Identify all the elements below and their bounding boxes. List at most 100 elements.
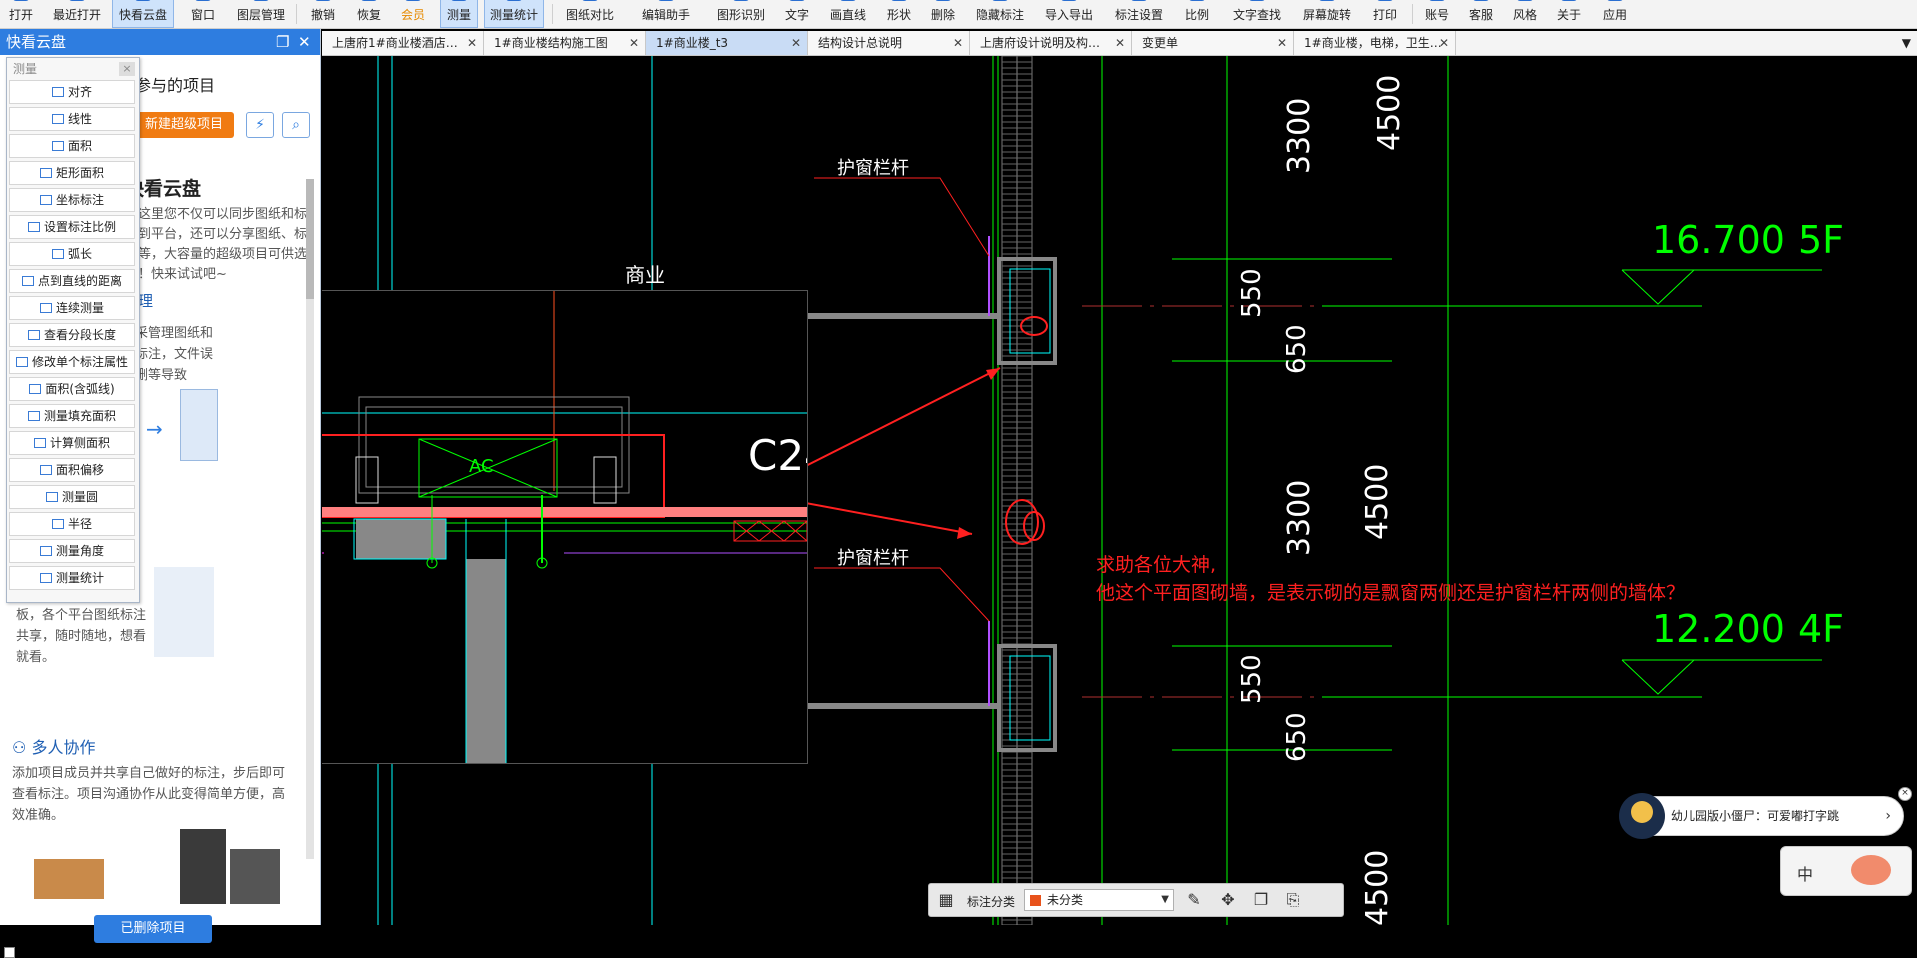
toolbar-button-14[interactable]: 文字 [780, 0, 814, 28]
toolbar-button-24[interactable]: 打印 [1368, 0, 1402, 28]
document-tab[interactable]: 1#商业楼_t3 ✕ [646, 31, 808, 55]
toolbar-button-21[interactable]: 比例 [1180, 0, 1214, 28]
measure-menu-item[interactable]: 对齐 [9, 80, 135, 104]
measure-menu-item[interactable]: 面积(含弧线) [9, 377, 135, 401]
document-tab[interactable]: 变更单 ✕ [1132, 31, 1294, 55]
inset-drawing [322, 291, 807, 763]
category-select[interactable]: 未分类 ▼ [1024, 889, 1174, 911]
paste-icon[interactable]: ⎘ [1284, 891, 1302, 909]
toolbar-button-6[interactable]: 撤销 [306, 0, 340, 28]
toolbar-button-11[interactable]: 图纸对比 [560, 0, 620, 28]
measure-menu-item[interactable]: 测量填充面积 [9, 404, 135, 428]
toolbar-button-3[interactable]: 快看云盘 [112, 0, 174, 28]
measure-menu-item[interactable]: 弧长 [9, 242, 135, 266]
measure-menu-item[interactable]: 测量统计 [9, 566, 135, 590]
tab-close-icon[interactable]: ✕ [791, 31, 801, 55]
toolbar-button-18[interactable]: 隐藏标注 [972, 0, 1028, 28]
tabs-overflow-icon[interactable]: ▼ [1902, 31, 1911, 55]
edit-icon[interactable]: ✎ [1185, 891, 1203, 909]
new-super-project-button[interactable]: 新建超级项目 [134, 112, 234, 138]
hide-icon [992, 0, 1008, 1]
measure-menu-label: 面积偏移 [55, 463, 104, 477]
toolbar-button-2[interactable]: 最近打开 [48, 0, 106, 28]
notification-toast[interactable]: 幼儿园版小僵尸：可爱嘟打字跳 › [1619, 793, 1904, 839]
tab-close-icon[interactable]: ✕ [1277, 31, 1287, 55]
print-icon [1377, 0, 1393, 1]
toolbar-label: 打开 [8, 8, 33, 22]
move-icon[interactable]: ✥ [1219, 891, 1237, 909]
collab-illustration [30, 829, 290, 904]
document-tab[interactable]: 上唐府设计说明及构… ✕ [970, 31, 1132, 55]
toolbar-button-16[interactable]: 形状 [882, 0, 916, 28]
compare-icon [582, 0, 598, 1]
remember-checkbox[interactable] [4, 947, 15, 958]
toolbar-button-7[interactable]: 恢复 [352, 0, 386, 28]
document-tab[interactable]: 结构设计总说明 ✕ [808, 31, 970, 55]
measure-menu-item[interactable]: 测量圆 [9, 485, 135, 509]
scrollbar-thumb[interactable] [306, 179, 314, 299]
measure-tool-icon [39, 465, 52, 475]
ime-widget[interactable]: 中 [1780, 846, 1912, 896]
measure-menu-item[interactable]: 半径 [9, 512, 135, 536]
toolbar-button-29[interactable]: 应用 [1598, 0, 1632, 28]
toolbar-button-5[interactable]: 图层管理 [232, 0, 290, 28]
dim-550-lower: 550 [1237, 654, 1267, 704]
search-icon[interactable]: ⌕ [282, 112, 310, 138]
document-tab[interactable]: 上唐府1#商业楼酒店… ✕ [322, 31, 484, 55]
toolbar-button-23[interactable]: 屏幕旋转 [1298, 0, 1356, 28]
toolbar-label: 形状 [886, 8, 911, 22]
measure-menu-item[interactable]: 连续测量 [9, 296, 135, 320]
tab-close-icon[interactable]: ✕ [1439, 31, 1449, 55]
toolbar-button-10[interactable]: 测量统计 [484, 0, 544, 28]
toolbar-button-27[interactable]: 风格 [1508, 0, 1542, 28]
toolbar-button-8[interactable]: 会员 [396, 0, 430, 28]
measure-menu-item[interactable]: 设置标注比例 [9, 215, 135, 239]
toolbar-button-22[interactable]: 文字查找 [1228, 0, 1286, 28]
vip-icon [405, 0, 421, 1]
toolbar-button-9[interactable]: 测量 [440, 0, 478, 28]
measure-menu-item[interactable]: 测量角度 [9, 539, 135, 563]
dim-4500-upper: 4500 [1372, 74, 1407, 151]
measure-menu-item[interactable]: 面积偏移 [9, 458, 135, 482]
grid-icon[interactable]: ▦ [937, 891, 955, 909]
copy-icon[interactable]: ❐ [1252, 891, 1270, 909]
measure-menu-item[interactable]: 点到直线的距离 [9, 269, 135, 293]
deleted-projects-button[interactable]: 已删除项目 [94, 915, 212, 943]
sync-icon[interactable]: ⚡ [246, 112, 274, 138]
measure-menu-item[interactable]: 修改单个标注属性 [9, 350, 135, 374]
measure-menu-item[interactable]: 矩形面积 [9, 161, 135, 185]
account-icon [1429, 0, 1445, 1]
toolbar-label: 测量统计 [489, 8, 538, 22]
restore-icon[interactable]: ❐ [276, 29, 289, 55]
notification-close-button[interactable]: × [1898, 787, 1912, 801]
toolbar-button-12[interactable]: 编辑助手 [636, 0, 696, 28]
tab-close-icon[interactable]: ✕ [1115, 31, 1125, 55]
toolbar-button-20[interactable]: 标注设置 [1110, 0, 1168, 28]
measure-menu-item[interactable]: 线性 [9, 107, 135, 131]
tab-close-icon[interactable]: ✕ [467, 31, 477, 55]
toolbar-button-19[interactable]: 导入导出 [1040, 0, 1098, 28]
menu-close-button[interactable]: × [119, 62, 135, 76]
toolbar-button-13[interactable]: 图形识别 [712, 0, 770, 28]
measure-menu-item[interactable]: 计算侧面积 [9, 431, 135, 455]
dim-4500-lower: 4500 [1360, 463, 1395, 540]
toolbar-button-4[interactable]: 窗口 [186, 0, 220, 28]
delete-icon [935, 0, 951, 1]
close-icon[interactable]: ✕ [298, 29, 311, 55]
measure-menu-item[interactable]: 面积 [9, 134, 135, 158]
measure-menu-item[interactable]: 查看分段长度 [9, 323, 135, 347]
document-tab[interactable]: 1#商业楼，电梯，卫生… ✕ [1294, 31, 1456, 55]
toolbar-button-25[interactable]: 账号 [1420, 0, 1454, 28]
toolbar-button-1[interactable]: 打开 [6, 0, 36, 28]
toolbar-button-28[interactable]: 关于 [1552, 0, 1586, 28]
toolbar-button-26[interactable]: 客服 [1464, 0, 1498, 28]
document-tab[interactable]: 1#商业楼结构施工图 ✕ [484, 31, 646, 55]
tab-close-icon[interactable]: ✕ [629, 31, 639, 55]
toolbar-button-15[interactable]: 画直线 [826, 0, 870, 28]
toolbar-button-17[interactable]: 删除 [926, 0, 960, 28]
cad-canvas[interactable]: 商业 护窗栏杆 护窗栏杆 3300 4500 550 650 3300 4500… [322, 56, 1917, 925]
zoom-inset[interactable]: AC C24 [322, 290, 808, 764]
tab-close-icon[interactable]: ✕ [953, 31, 963, 55]
toolbar-label: 图纸对比 [565, 8, 614, 22]
measure-menu-item[interactable]: 坐标标注 [9, 188, 135, 212]
